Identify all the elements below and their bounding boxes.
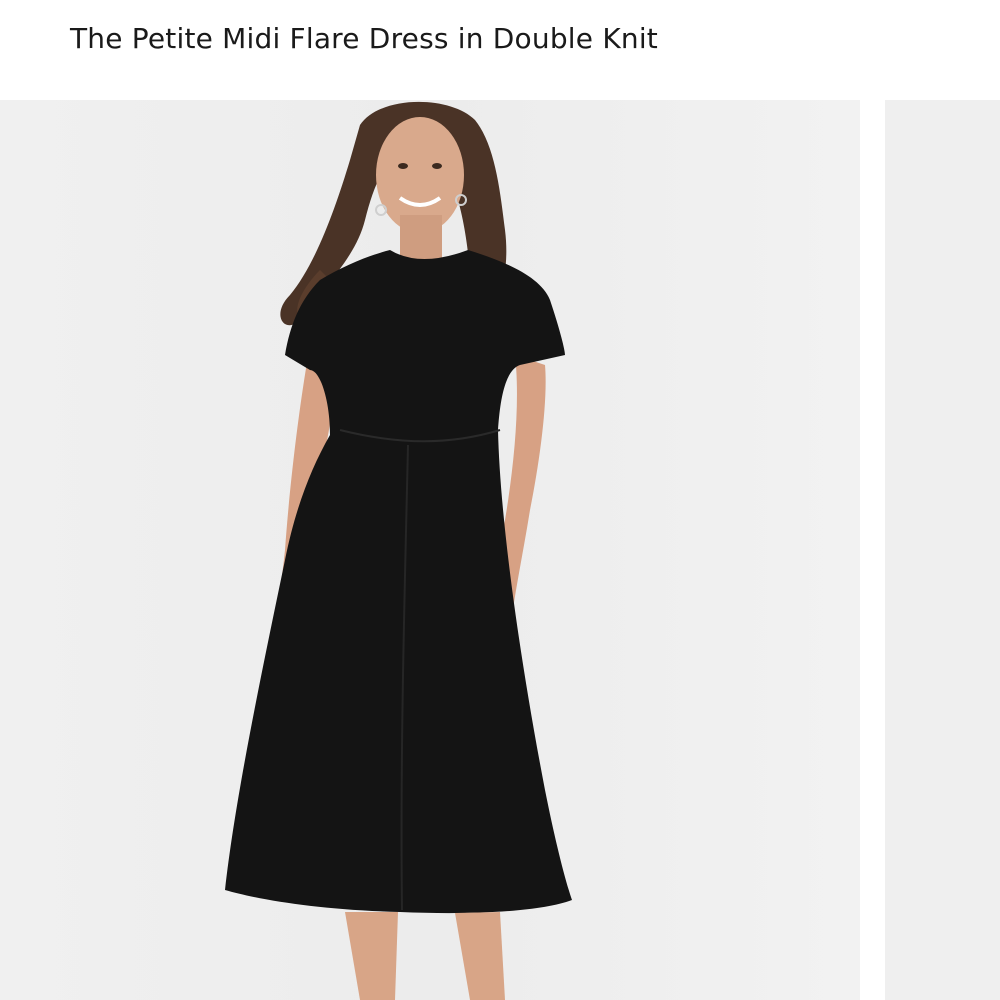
product-title: The Petite Midi Flare Dress in Double Kn…	[70, 22, 658, 55]
product-photo	[0, 100, 860, 1000]
product-image-gallery[interactable]	[0, 100, 1000, 1000]
gallery-slide-next[interactable]	[885, 100, 1000, 1000]
gallery-slide-main[interactable]	[0, 100, 860, 1000]
product-header: The Petite Midi Flare Dress in Double Kn…	[0, 0, 1000, 100]
product-photo-next	[885, 100, 1000, 1000]
